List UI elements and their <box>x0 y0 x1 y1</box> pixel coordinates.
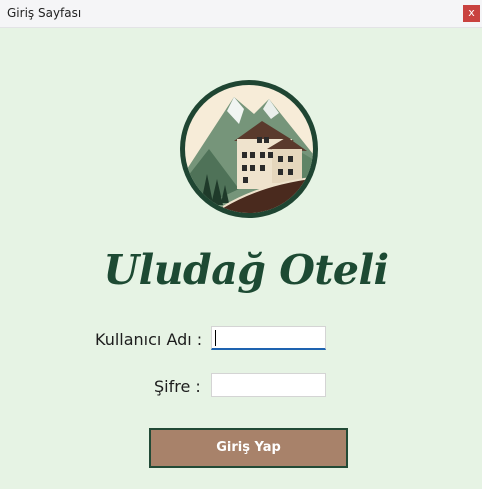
password-field[interactable] <box>211 373 326 397</box>
window-title: Giriş Sayfası <box>7 6 82 20</box>
password-label: Şifre : <box>154 377 201 396</box>
username-label: Kullanıcı Adı : <box>95 330 203 349</box>
close-button[interactable]: x <box>463 5 480 22</box>
login-button[interactable]: Giriş Yap <box>149 428 348 468</box>
username-field[interactable] <box>211 326 326 350</box>
hotel-logo-icon <box>180 80 318 218</box>
text-caret <box>215 330 216 346</box>
title-bar: Giriş Sayfası x <box>0 0 482 28</box>
hotel-name-heading: Uludağ Oteli <box>103 246 389 294</box>
